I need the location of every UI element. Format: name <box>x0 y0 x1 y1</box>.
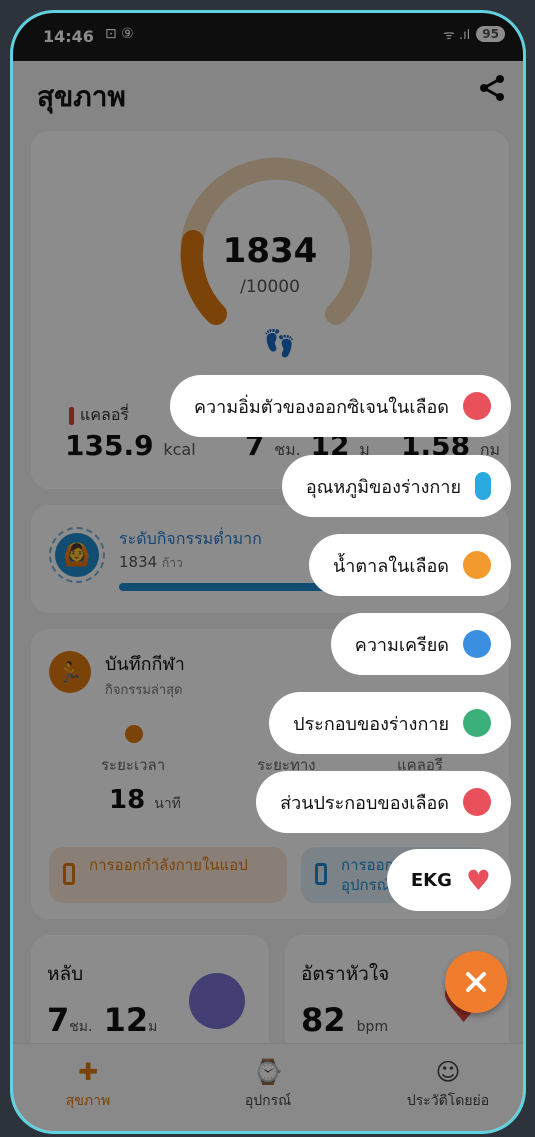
blood-composition-icon <box>463 788 491 816</box>
body-composition-icon <box>463 709 491 737</box>
menu-blood-sugar[interactable]: น้ำตาลในเลือด <box>308 534 511 596</box>
menu-stress[interactable]: ความเครียด <box>330 613 511 675</box>
blood-sugar-icon <box>463 551 491 579</box>
menu-body-temperature[interactable]: อุณหภูมิของร่างกาย <box>281 455 511 517</box>
stress-icon <box>463 630 491 658</box>
ekg-heart-icon: ♥ <box>465 863 491 897</box>
menu-ekg[interactable]: EKG ♥ <box>386 849 511 911</box>
phone-frame: 14:46 ⊡ ⑨ ᯤ .ıl 95 สุขภาพ 1834 /10000 👣 … <box>10 10 526 1134</box>
blood-oxygen-icon <box>463 392 491 420</box>
menu-blood-oxygen[interactable]: ความอิ่มตัวของออกซิเจนในเลือด <box>169 375 511 437</box>
close-menu-button[interactable] <box>445 951 507 1013</box>
menu-body-composition[interactable]: ประกอบของร่างกาย <box>269 692 511 754</box>
close-icon <box>466 972 486 992</box>
health-screen: 14:46 ⊡ ⑨ ᯤ .ıl 95 สุขภาพ 1834 /10000 👣 … <box>13 13 523 1131</box>
thermometer-icon <box>475 472 491 500</box>
menu-blood-composition[interactable]: ส่วนประกอบของเลือด <box>256 771 511 833</box>
